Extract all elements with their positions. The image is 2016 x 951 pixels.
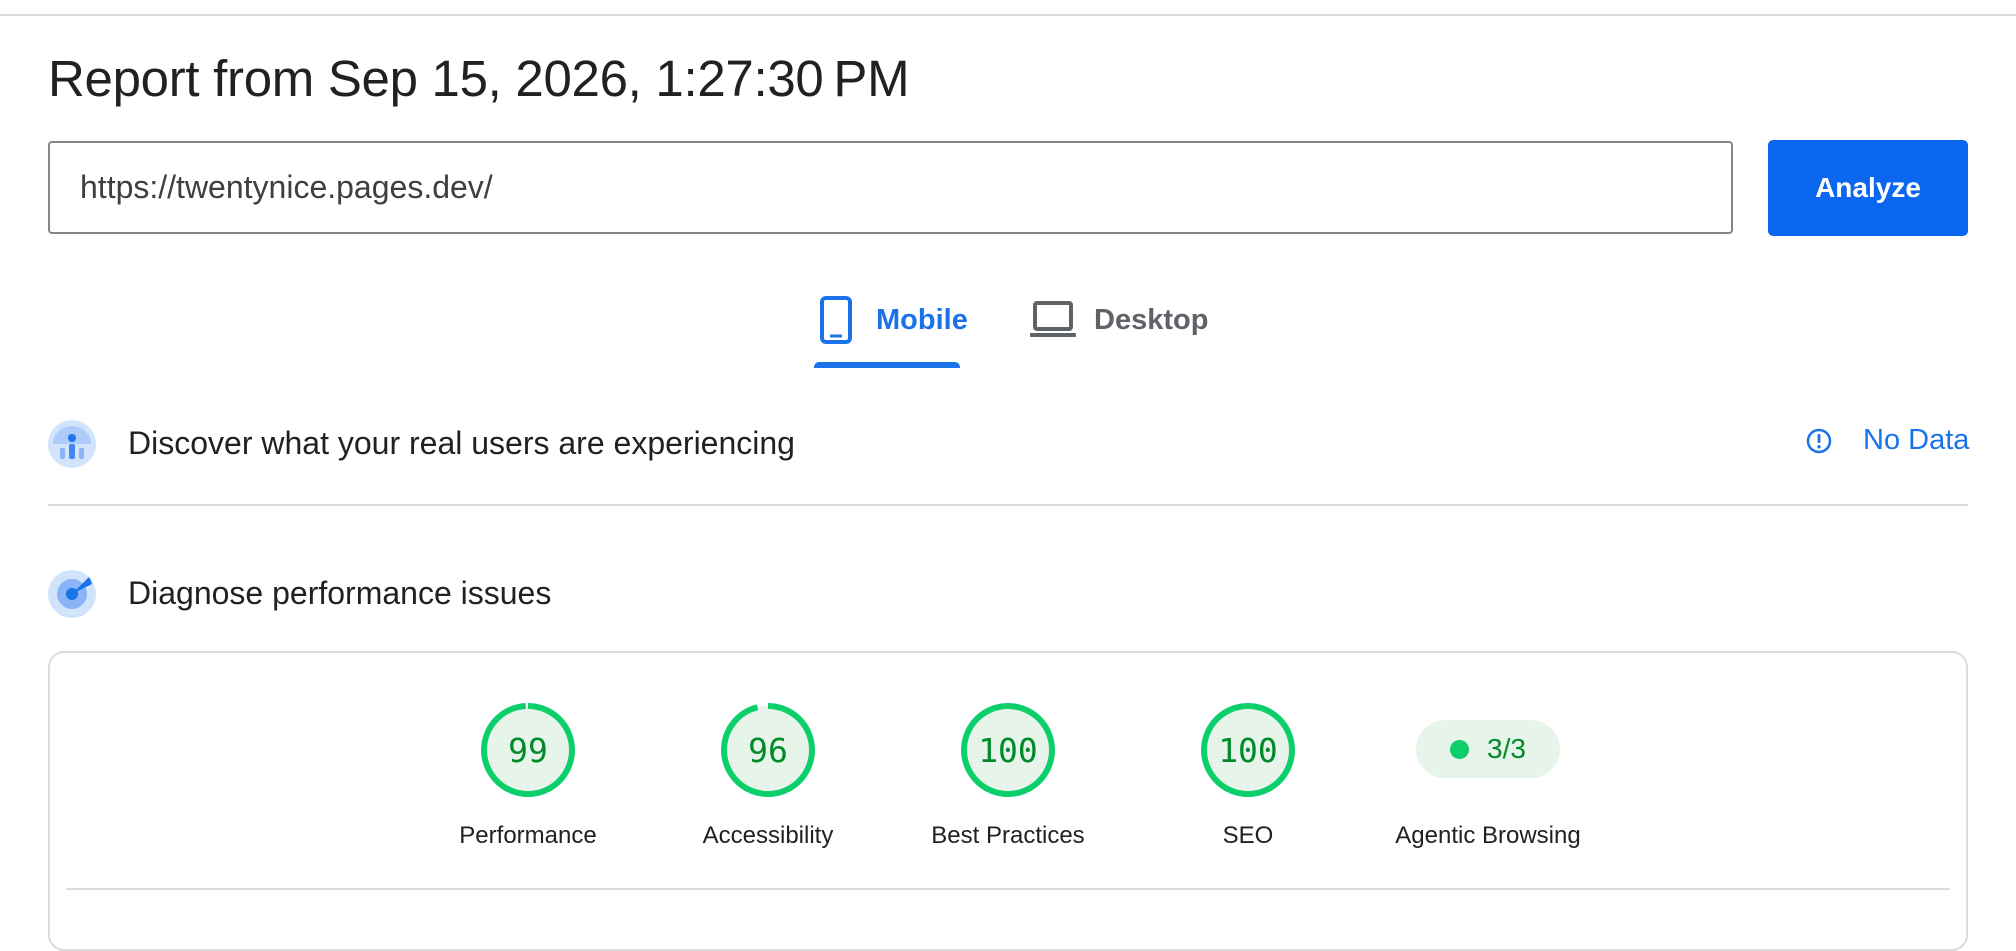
gauge-performance[interactable]: 99 [478, 700, 578, 800]
card-divider [66, 888, 1950, 890]
top-divider [0, 14, 2016, 16]
score-value: 100 [978, 730, 1038, 770]
radar-icon [48, 570, 96, 618]
score-value: 100 [1218, 730, 1278, 770]
info-icon [1805, 427, 1833, 455]
gauge-accessibility[interactable]: 96 [718, 700, 818, 800]
score-value: 96 [748, 730, 788, 770]
field-data-title: Discover what your real users are experi… [128, 425, 795, 461]
scores-card [48, 651, 1968, 951]
page-title: Report from Sep 15, 2026, 1:27:30 PM [48, 50, 910, 107]
laptop-icon [1030, 300, 1076, 340]
section-divider [48, 504, 1968, 506]
score-value: 99 [508, 730, 548, 770]
agentic-value: 3/3 [1487, 733, 1526, 764]
users-icon [48, 420, 96, 468]
no-data-label: No Data [1863, 424, 1970, 456]
score-label: SEO [1222, 822, 1274, 849]
tab-active-indicator [814, 362, 960, 368]
tab-mobile[interactable]: Mobile [818, 296, 968, 344]
tab-desktop-label: Desktop [1094, 303, 1209, 336]
score-label: Agentic Browsing [1395, 822, 1581, 849]
url-input[interactable] [48, 141, 1733, 234]
diagnose-title: Diagnose performance issues [128, 575, 552, 611]
tab-mobile-label: Mobile [876, 303, 968, 336]
smartphone-icon [818, 296, 854, 344]
no-data-status[interactable]: No Data [1805, 424, 1969, 457]
pass-dot-icon [1450, 739, 1470, 759]
agentic-browsing-badge[interactable]: 3/3 [1416, 720, 1560, 778]
analyze-button[interactable]: Analyze [1768, 140, 1968, 236]
gauge-seo[interactable]: 100 [1198, 700, 1298, 800]
gauge-best-practices[interactable]: 100 [958, 700, 1058, 800]
score-label: Best Practices [931, 822, 1085, 849]
score-label: Performance [459, 822, 597, 849]
score-label: Accessibility [702, 822, 834, 849]
tab-desktop[interactable]: Desktop [1030, 296, 1208, 344]
